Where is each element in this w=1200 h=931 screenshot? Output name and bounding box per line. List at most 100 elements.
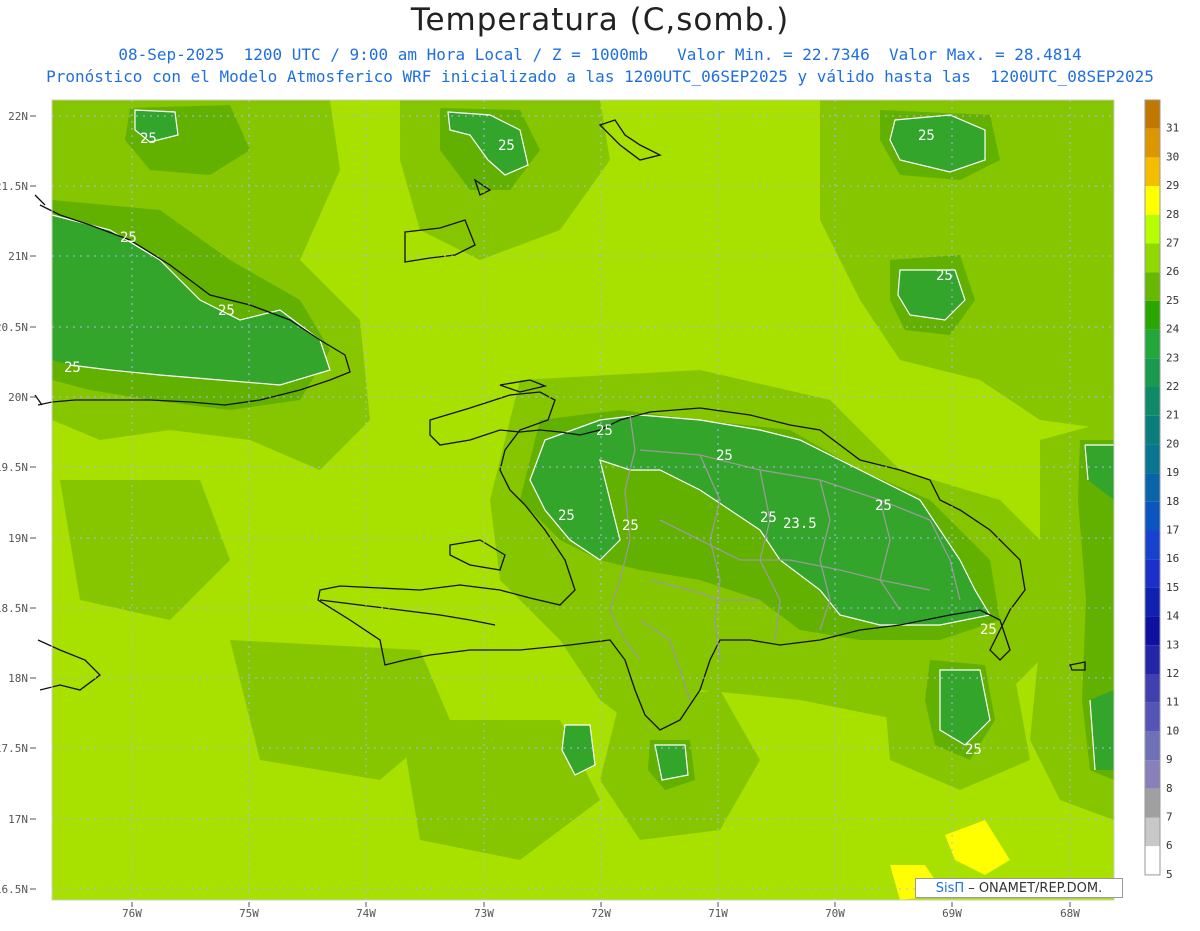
credit-text: – ONAMET/REP.DOM. [968,880,1103,896]
contour-label: 25 [140,131,157,147]
contour-label: 25 [558,508,575,524]
lat-tick-label: 18.5N [0,602,28,615]
colorbar-level-label: 11 [1166,696,1179,709]
contour-label: 25 [918,128,935,144]
map-area: 25 25 25 25 25 25 25 25 25 25 25 25 25 2… [0,0,1200,927]
lat-tick-label: 20N [8,391,28,404]
colorbar-swatch [1145,587,1160,617]
contour-label: 25 [980,622,997,638]
colorbar-swatch [1145,473,1160,502]
colorbar-level-label: 10 [1166,724,1179,737]
lon-tick-label: 71W [708,907,728,920]
colorbar-labels: 31 30 29 28 27 26 25 24 23 22 21 20 19 18 17 16 15 14 13 12… [1166,122,1180,881]
colorbar-level-label: 27 [1166,237,1179,250]
lon-tick-label: 69W [942,907,962,920]
colorbar-swatch [1145,846,1160,875]
lat-tick-label: 18N [8,672,28,685]
lon-ticks [131,902,1071,907]
colorbar-swatch [1145,128,1160,158]
colorbar-swatch [1145,415,1160,445]
colorbar-level-label: 21 [1166,409,1179,422]
colorbar-swatch [1145,731,1160,761]
colorbar-swatch [1145,387,1160,416]
lon-tick-label: 68W [1060,907,1080,920]
colorbar-level-label: 6 [1166,839,1173,852]
colorbar-level-label: 15 [1166,581,1179,594]
colorbar-level-label: 31 [1166,122,1179,135]
colorbar-swatch [1145,272,1160,301]
contour-label: 25 [760,510,777,526]
lon-tick-label: 70W [825,907,845,920]
temperature-map: 25 25 25 25 25 25 25 25 25 25 25 25 25 2… [0,99,1180,920]
colorbar-level-label: 7 [1166,811,1173,824]
colorbar-swatch [1145,788,1160,818]
lat-tick-label: 21N [8,250,28,263]
contour-label: 23.5 [783,516,817,532]
colorbar-swatch [1145,674,1160,703]
colorbar-level-label: 14 [1166,610,1180,623]
colorbar-swatch [1145,329,1160,359]
colorbar-swatch [1145,214,1160,244]
colorbar-level-label: 8 [1166,782,1173,795]
lon-tick-label: 75W [239,907,259,920]
lon-tick-label: 76W [122,907,142,920]
colorbar-level-label: 28 [1166,208,1179,221]
lon-axis: 76W 75W 74W 73W 72W 71W 70W 69W 68W [122,907,1080,920]
contour-label: 25 [218,303,235,319]
colorbar-swatch [1145,645,1160,674]
colorbar-swatch [1145,702,1160,732]
colorbar [1144,99,1161,876]
contour-label: 25 [875,498,892,514]
colorbar-swatch [1145,817,1160,847]
lat-tick-label: 17.5N [0,742,28,755]
colorbar-level-label: 16 [1166,552,1179,565]
colorbar-swatch [1145,559,1160,588]
contour-label: 25 [64,360,81,376]
colorbar-level-label: 18 [1166,495,1179,508]
lat-tick-label: 19N [8,532,28,545]
sistema-logo-text: SisΠ [935,880,965,896]
credit-box: SisΠ – ONAMET/REP.DOM. [915,878,1123,898]
lat-tick-label: 22N [8,110,28,123]
colorbar-level-label: 9 [1166,753,1173,766]
colorbar-level-label: 29 [1166,179,1179,192]
colorbar-swatch [1145,501,1160,531]
colorbar-swatch [1145,157,1160,187]
lat-tick-label: 16.5N [0,883,28,896]
colorbar-level-label: 17 [1166,524,1179,537]
colorbar-level-label: 12 [1166,667,1179,680]
colorbar-level-label: 26 [1166,265,1179,278]
contour-label: 25 [936,268,953,284]
colorbar-swatch [1145,300,1160,330]
colorbar-swatch [1145,358,1160,387]
colorbar-swatch [1145,530,1160,560]
contour-label: 25 [965,742,982,758]
colorbar-swatch [1145,186,1160,215]
colorbar-level-label: 24 [1166,323,1180,336]
colorbar-level-label: 22 [1166,380,1179,393]
lat-tick-label: 17N [8,813,28,826]
lon-tick-label: 73W [474,907,494,920]
lon-tick-label: 72W [591,907,611,920]
contour-label: 25 [498,138,515,154]
colorbar-level-label: 13 [1166,638,1179,651]
lat-tick-label: 19.5N [0,461,28,474]
contour-label: 25 [120,230,137,246]
lat-ticks [30,115,36,890]
colorbar-level-label: 25 [1166,294,1179,307]
colorbar-swatch [1145,616,1160,646]
lat-axis: 22N 21.5N 21N 20.5N 20N 19.5N 19N 18.5N … [0,110,28,896]
colorbar-level-label: 20 [1166,437,1179,450]
contour-label: 25 [716,448,733,464]
colorbar-level-label: 30 [1166,150,1179,163]
colorbar-level-label: 5 [1166,868,1173,881]
colorbar-swatch [1145,100,1160,129]
lat-tick-label: 21.5N [0,180,28,193]
contour-label: 25 [596,423,613,439]
colorbar-level-label: 23 [1166,351,1179,364]
lat-tick-label: 20.5N [0,321,28,334]
colorbar-swatch [1145,444,1160,474]
colorbar-level-label: 19 [1166,466,1179,479]
colorbar-swatch [1145,760,1160,789]
colorbar-swatch [1145,243,1160,273]
